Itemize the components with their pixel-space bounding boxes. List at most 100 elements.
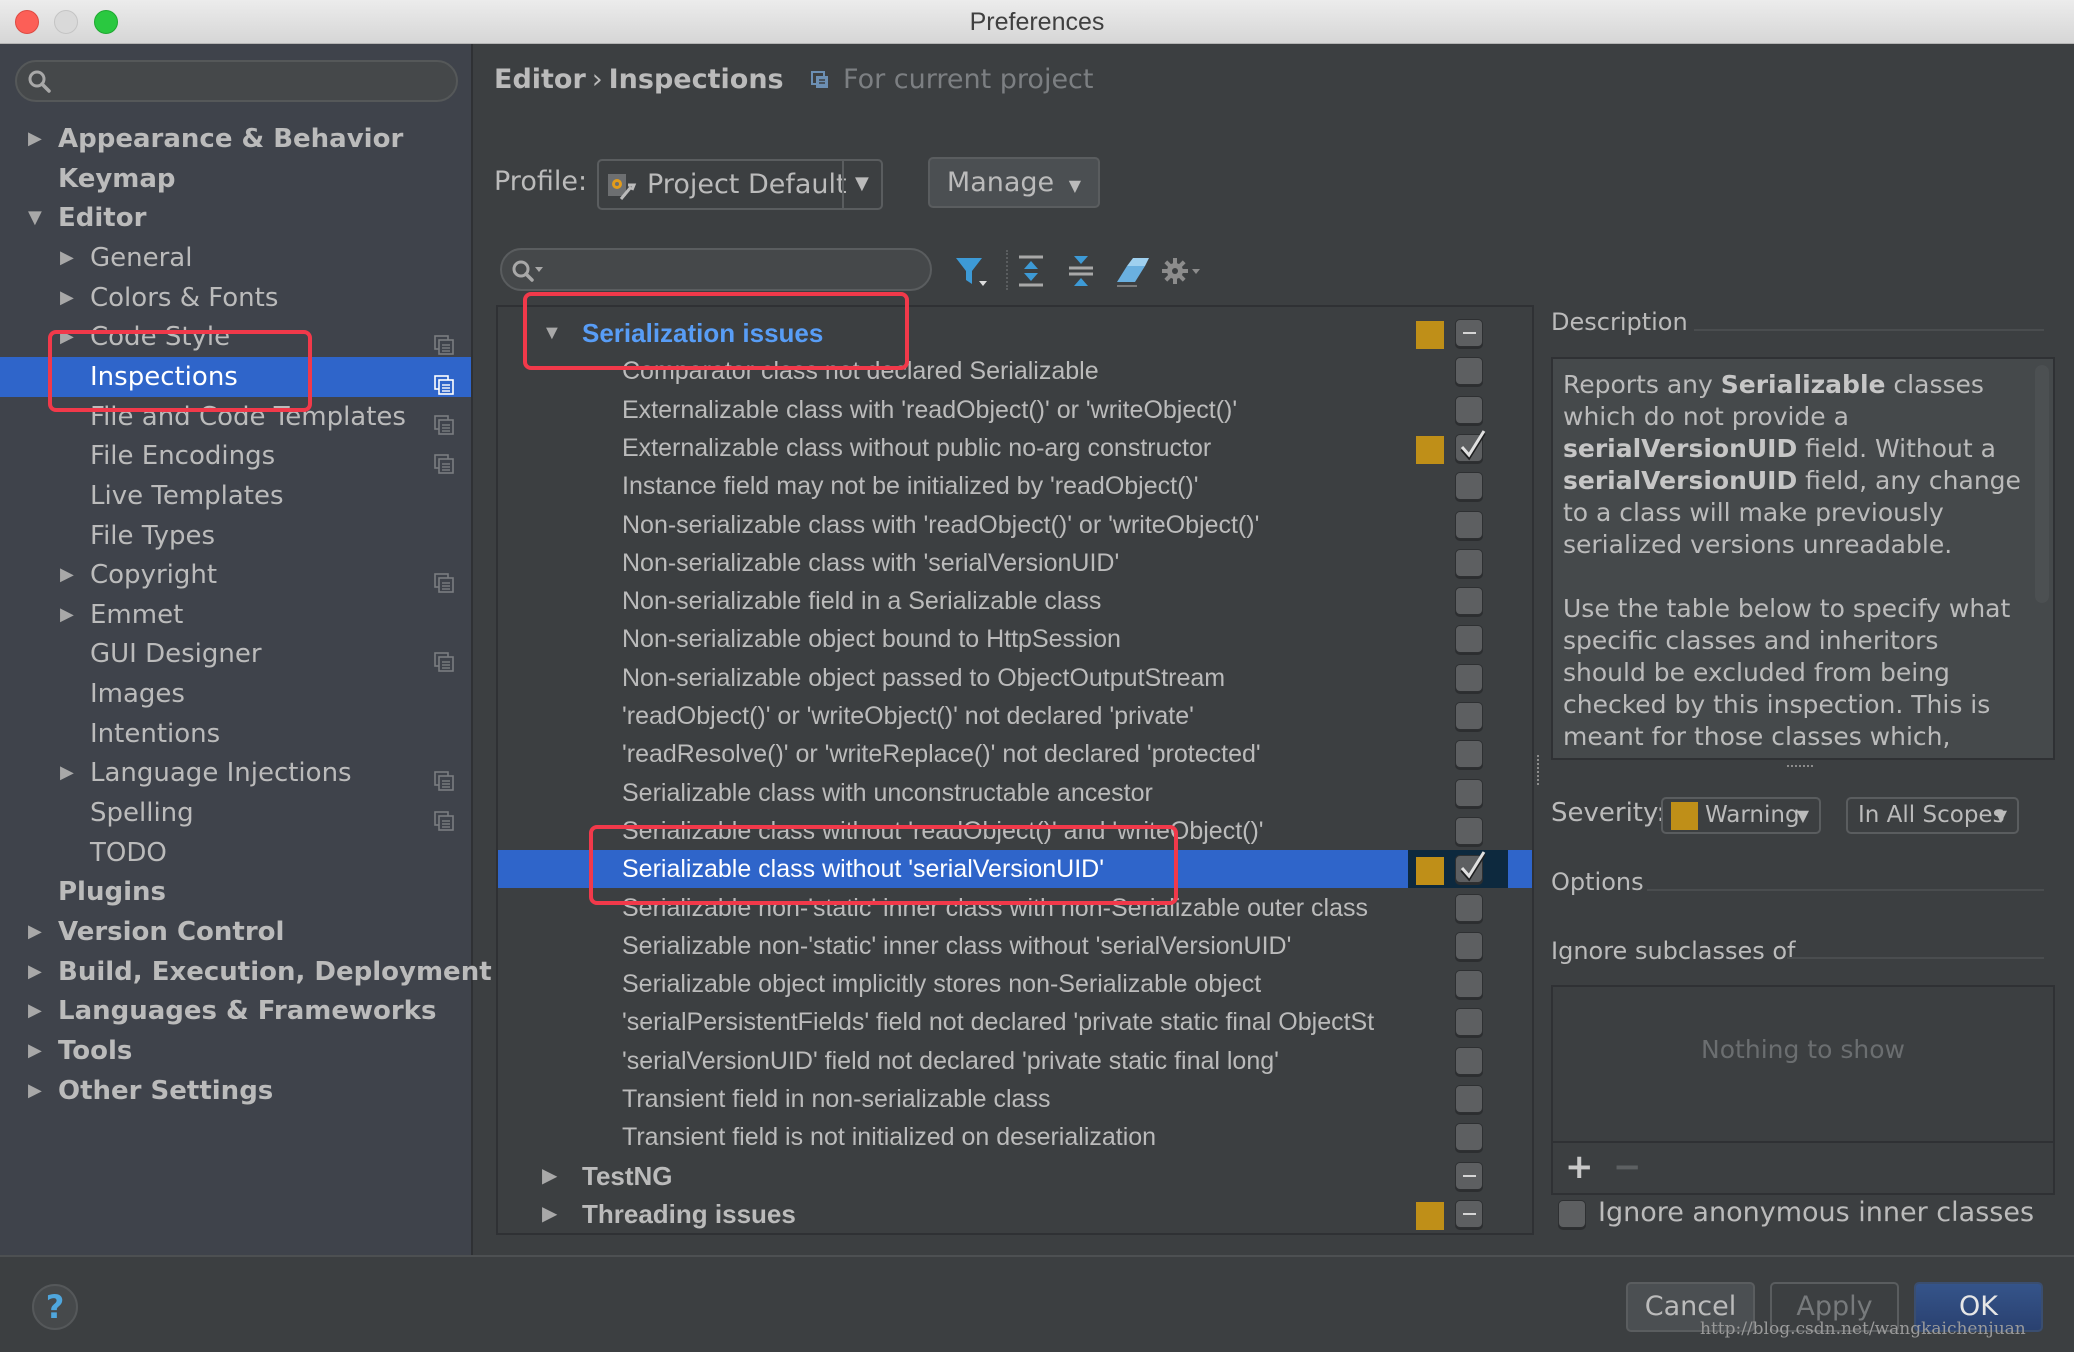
profile-dropdown[interactable]: Project Default ▼ [597, 159, 883, 210]
inspection-row[interactable]: Externalizable class without public no-a… [498, 429, 1532, 467]
sidebar-item[interactable]: Inspections [0, 356, 471, 397]
collapsed-arrow-icon[interactable]: ▶ [60, 317, 80, 357]
manage-button[interactable]: Manage ▼ [928, 157, 1100, 208]
collapsed-arrow-icon[interactable]: ▶ [542, 1157, 557, 1195]
settings-gear-icon[interactable] [1161, 252, 1200, 290]
inspection-row[interactable]: Instance field may not be initialized by… [498, 467, 1532, 505]
collapsed-arrow-icon[interactable]: ▶ [60, 595, 80, 635]
ignore-subclasses-list[interactable]: Nothing to show + − [1551, 985, 2055, 1195]
collapsed-arrow-icon[interactable]: ▶ [28, 1031, 48, 1071]
collapsed-arrow-icon[interactable]: ▶ [60, 555, 80, 595]
sidebar-item[interactable]: ▶ Emmet [0, 595, 471, 635]
sidebar-item[interactable]: TODO [0, 833, 471, 873]
inspection-group-row[interactable]: ▶ TestNG [498, 1157, 1532, 1195]
inspection-enabled-checkbox[interactable] [1455, 548, 1483, 577]
inspection-enabled-checkbox[interactable] [1455, 395, 1483, 424]
inspection-row[interactable]: Non-serializable class with 'serialVersi… [498, 544, 1532, 582]
add-icon[interactable]: + [1565, 1147, 1594, 1187]
sidebar-item[interactable]: File Types [0, 516, 471, 556]
reset-eraser-icon[interactable] [1113, 252, 1151, 290]
description-scrollbar[interactable] [2035, 365, 2049, 603]
sidebar-item[interactable]: ▶ Appearance & Behavior [0, 119, 471, 159]
inspection-row[interactable]: Non-serializable object bound to HttpSes… [498, 620, 1532, 658]
inspection-enabled-checkbox[interactable] [1455, 740, 1483, 769]
collapsed-arrow-icon[interactable]: ▶ [28, 912, 48, 952]
inspection-enabled-checkbox[interactable] [1455, 510, 1483, 539]
collapsed-arrow-icon[interactable]: ▶ [28, 119, 48, 159]
sidebar-item[interactable]: File Encodings [0, 436, 471, 476]
sidebar-item[interactable]: ▶ Copyright [0, 555, 471, 595]
sidebar-item[interactable]: ▶ Other Settings [0, 1071, 471, 1111]
inspection-row[interactable]: 'serialVersionUID' field not declared 'p… [498, 1042, 1532, 1080]
inspection-row[interactable]: Transient field is not initialized on de… [498, 1118, 1532, 1156]
sidebar-item[interactable]: ▶ General [0, 238, 471, 278]
inspection-row[interactable]: Non-serializable class with 'readObject(… [498, 506, 1532, 544]
sidebar-item[interactable]: ▼ Editor [0, 198, 471, 238]
inspection-enabled-checkbox[interactable] [1455, 970, 1483, 999]
inspection-row[interactable]: Non-serializable field in a Serializable… [498, 582, 1532, 620]
sidebar-item[interactable]: Images [0, 674, 471, 714]
inspection-row[interactable]: Externalizable class with 'readObject()'… [498, 391, 1532, 429]
settings-search-input[interactable] [15, 60, 458, 102]
vertical-splitter-handle[interactable] [1537, 755, 1541, 785]
inspection-enabled-checkbox[interactable] [1455, 357, 1483, 386]
inspection-enabled-checkbox[interactable] [1455, 1161, 1483, 1190]
collapsed-arrow-icon[interactable]: ▶ [28, 1071, 48, 1111]
inspection-row[interactable]: Non-serializable object passed to Object… [498, 659, 1532, 697]
filter-icon[interactable] [952, 252, 990, 290]
collapsed-arrow-icon[interactable]: ▶ [60, 753, 80, 793]
breadcrumb-editor[interactable]: Editor [494, 64, 586, 95]
inspection-enabled-checkbox[interactable] [1455, 1085, 1483, 1113]
inspection-enabled-checkbox[interactable] [1455, 430, 1486, 462]
expand-all-icon[interactable] [1013, 252, 1051, 290]
inspection-row[interactable]: Serializable class without 'readObject()… [498, 812, 1532, 850]
inspection-enabled-checkbox[interactable] [1455, 663, 1483, 692]
collapsed-arrow-icon[interactable]: ▶ [60, 238, 80, 278]
ignore-anonymous-label[interactable]: Ignore anonymous inner classes [1598, 1197, 2034, 1228]
inspection-enabled-checkbox[interactable] [1455, 893, 1483, 922]
sidebar-item[interactable]: Live Templates [0, 476, 471, 516]
expanded-arrow-icon[interactable]: ▼ [542, 314, 562, 352]
sidebar-item[interactable]: Spelling [0, 793, 471, 833]
sidebar-item[interactable]: ▶ Build, Execution, Deployment [0, 952, 492, 992]
inspection-enabled-checkbox[interactable] [1455, 625, 1483, 654]
inspection-row[interactable]: Serializable non-'static' inner class wi… [498, 889, 1532, 927]
inspection-row[interactable]: Comparator class not declared Serializab… [498, 352, 1532, 390]
collapsed-arrow-icon[interactable]: ▶ [542, 1195, 557, 1233]
inspection-row[interactable]: 'readObject()' or 'writeObject()' not de… [498, 697, 1532, 735]
inspection-enabled-checkbox[interactable] [1455, 1123, 1483, 1152]
inspection-enabled-checkbox[interactable] [1455, 778, 1483, 807]
sidebar-item[interactable]: Plugins [0, 872, 471, 912]
expanded-arrow-icon[interactable]: ▼ [28, 198, 48, 238]
inspection-row[interactable]: Serializable object implicitly stores no… [498, 965, 1532, 1003]
sidebar-item[interactable]: Keymap [0, 159, 471, 199]
ignore-anonymous-checkbox[interactable] [1558, 1200, 1586, 1228]
inspection-enabled-checkbox[interactable] [1455, 1008, 1483, 1037]
inspection-enabled-checkbox[interactable] [1455, 931, 1483, 960]
inspection-row[interactable]: 'readResolve()' or 'writeReplace()' not … [498, 735, 1532, 773]
sidebar-item[interactable]: ▶ Language Injections [0, 753, 471, 793]
inspection-row[interactable]: Serializable class without 'serialVersio… [498, 850, 1532, 889]
severity-dropdown[interactable]: Warning ▼ [1661, 797, 1821, 834]
inspection-enabled-checkbox[interactable] [1455, 587, 1483, 616]
inspection-group-row[interactable]: ▼ Serialization issues [498, 314, 1532, 352]
inspection-enabled-checkbox[interactable] [1455, 702, 1483, 730]
collapsed-arrow-icon[interactable]: ▶ [60, 278, 80, 318]
sidebar-item[interactable]: GUI Designer [0, 634, 471, 674]
sidebar-item[interactable]: ▶ Code Style [0, 317, 471, 357]
collapse-all-icon[interactable] [1063, 252, 1101, 290]
sidebar-item[interactable]: File and Code Templates [0, 397, 471, 437]
sidebar-item[interactable]: ▶ Colors & Fonts [0, 278, 471, 318]
sidebar-item[interactable]: ▶ Version Control [0, 912, 471, 952]
inspection-enabled-checkbox[interactable] [1455, 851, 1486, 884]
collapsed-arrow-icon[interactable]: ▶ [28, 991, 48, 1031]
inspection-enabled-checkbox[interactable] [1455, 472, 1483, 501]
inspection-enabled-checkbox[interactable] [1455, 1046, 1483, 1075]
collapsed-arrow-icon[interactable]: ▶ [28, 952, 48, 992]
inspection-filter-input[interactable] [500, 248, 932, 291]
scope-dropdown[interactable]: In All Scopes ▼ [1846, 797, 2019, 834]
sidebar-item[interactable]: ▶ Tools [0, 1031, 471, 1071]
inspection-row[interactable]: Serializable class with unconstructable … [498, 774, 1532, 812]
horizontal-splitter-handle[interactable] [1787, 765, 1813, 769]
inspection-row[interactable]: Transient field in non-serializable clas… [498, 1080, 1532, 1118]
